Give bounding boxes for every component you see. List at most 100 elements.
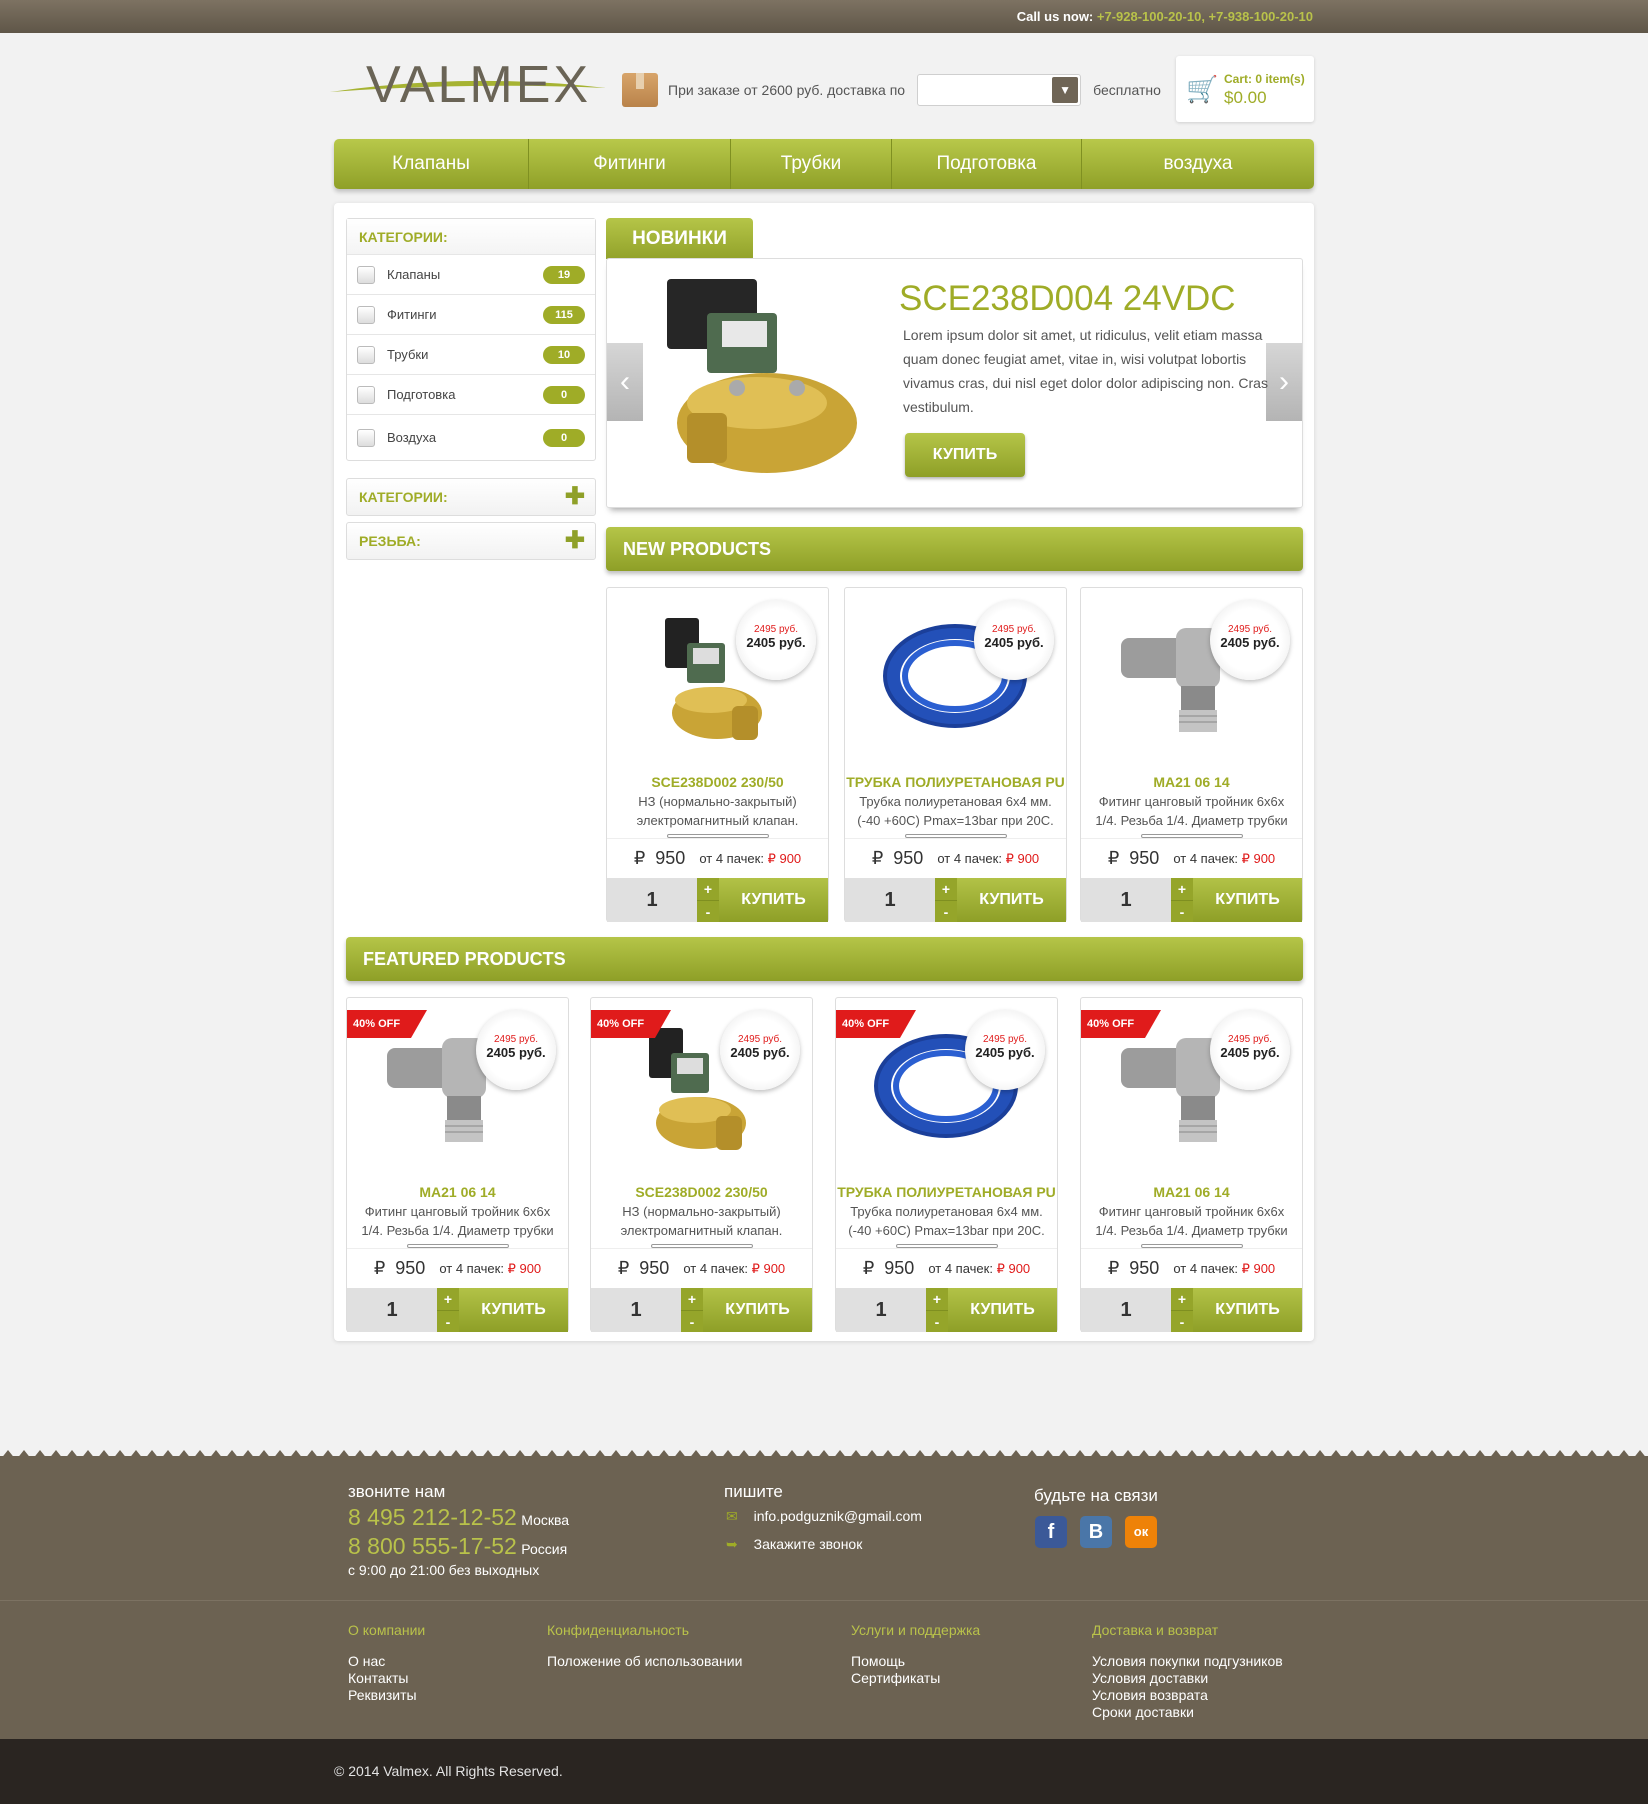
product-card[interactable]: 2495 руб. 2405 руб. MA21 06 14 Фитинг цанго…	[1080, 587, 1303, 922]
minus-icon[interactable]: -	[935, 901, 957, 923]
product-card[interactable]: 40% OFF 2495 руб. 2405 руб. SCE238D002 230/…	[590, 997, 813, 1332]
footer-email-row: ✉ info.podguznik@gmail.com	[726, 1508, 922, 1525]
product-name[interactable]: SCE238D002 230/50	[591, 1184, 812, 1200]
footer-link[interactable]: Контакты	[348, 1670, 425, 1687]
checkbox[interactable]	[357, 265, 375, 284]
footer-phone-2[interactable]: 8 800 555-17-52	[348, 1533, 517, 1559]
footer-link[interactable]: Сертификаты	[851, 1670, 980, 1687]
minus-icon[interactable]: -	[926, 1311, 948, 1333]
product-name[interactable]: ТРУБКА ПОЛИУРЕТАНОВАЯ PU	[836, 1184, 1057, 1200]
chevron-left-icon[interactable]: ‹	[607, 343, 643, 421]
nav-item-preparation[interactable]: Подготовка	[892, 139, 1082, 189]
category-row[interactable]: Подготовка 0	[347, 375, 595, 415]
category-row[interactable]: Трубки 10	[347, 335, 595, 375]
checkbox[interactable]	[357, 385, 375, 404]
city-select[interactable]: ▼	[917, 74, 1082, 106]
plus-icon[interactable]: +	[935, 878, 957, 901]
plus-icon[interactable]: +	[437, 1288, 459, 1311]
product-name[interactable]: MA21 06 14	[1081, 1184, 1302, 1200]
minus-icon[interactable]: -	[681, 1311, 703, 1333]
product-name[interactable]: ТРУБКА ПОЛИУРЕТАНОВАЯ PU	[845, 774, 1066, 790]
quantity-input[interactable]: 1	[845, 878, 935, 922]
checkbox[interactable]	[357, 345, 375, 364]
product-card[interactable]: 40% OFF 2495 руб. 2405 руб. ТРУБКА ПОЛИУРЕТ…	[835, 997, 1058, 1332]
quantity-stepper[interactable]: + -	[926, 1288, 948, 1332]
plus-icon[interactable]: ✚	[565, 479, 585, 515]
quantity-stepper[interactable]: + -	[681, 1288, 703, 1332]
product-card[interactable]: 2495 руб. 2405 руб. ТРУБКА ПОЛИУРЕТАНОВАЯ …	[844, 587, 1067, 922]
nav-item-tubes[interactable]: Трубки	[731, 139, 892, 189]
product-card[interactable]: 2495 руб. 2405 руб. SCE238D002 230/50 НЗ (н…	[606, 587, 829, 922]
plus-icon[interactable]: +	[697, 878, 719, 901]
logo[interactable]: VALMEX	[330, 59, 606, 111]
buy-button[interactable]: КУПИТЬ	[948, 1288, 1057, 1332]
buy-button[interactable]: КУПИТЬ	[1193, 1288, 1302, 1332]
product-name[interactable]: MA21 06 14	[1081, 774, 1302, 790]
minus-icon[interactable]: -	[437, 1311, 459, 1333]
plus-icon[interactable]: +	[1171, 1288, 1193, 1311]
quantity-input[interactable]: 1	[607, 878, 697, 922]
chevron-down-icon[interactable]: ▼	[1052, 77, 1079, 103]
quantity-input[interactable]: 1	[347, 1288, 437, 1332]
plus-icon[interactable]: +	[926, 1288, 948, 1311]
footer-phone-1[interactable]: 8 495 212-12-52	[348, 1504, 517, 1530]
category-row[interactable]: Фитинги 115	[347, 295, 595, 335]
footer-link[interactable]: Реквизиты	[348, 1687, 425, 1704]
footer-link[interactable]: Помощь	[851, 1653, 980, 1670]
minus-icon[interactable]: -	[697, 901, 719, 923]
top-phones[interactable]: +7-928-100-20-10, +7-938-100-20-10	[1097, 9, 1313, 24]
odnoklassniki-icon[interactable]: ок	[1125, 1516, 1157, 1548]
minus-icon[interactable]: -	[1171, 1311, 1193, 1333]
quantity-stepper[interactable]: + -	[437, 1288, 459, 1332]
buy-button[interactable]: КУПИТЬ	[957, 878, 1066, 922]
nav-item-air[interactable]: воздуха	[1082, 139, 1314, 189]
quantity-input[interactable]: 1	[1081, 1288, 1171, 1332]
footer-email[interactable]: info.podguznik@gmail.com	[754, 1508, 922, 1524]
slider-buy-button[interactable]: КУПИТЬ	[905, 433, 1025, 477]
quantity-input[interactable]: 1	[836, 1288, 926, 1332]
quantity-stepper[interactable]: + -	[697, 878, 719, 922]
price-value: 950	[639, 1258, 670, 1278]
footer-link[interactable]: Условия возврата	[1092, 1687, 1283, 1704]
buy-button[interactable]: КУПИТЬ	[703, 1288, 812, 1332]
quantity-stepper[interactable]: + -	[1171, 1288, 1193, 1332]
footer-callback[interactable]: Закажите звонок	[754, 1536, 863, 1552]
buy-button[interactable]: КУПИТЬ	[1193, 878, 1302, 922]
quantity-stepper[interactable]: + -	[1171, 878, 1193, 922]
quantity-input[interactable]: 1	[1081, 878, 1171, 922]
tab-new-arrivals[interactable]: НОВИНКИ	[606, 218, 753, 259]
vk-icon[interactable]: B	[1080, 1516, 1112, 1548]
product-name[interactable]: MA21 06 14	[347, 1184, 568, 1200]
category-row[interactable]: Клапаны 19	[347, 255, 595, 295]
category-row[interactable]: Воздуха 0	[347, 415, 595, 460]
buy-button[interactable]: КУПИТЬ	[459, 1288, 568, 1332]
minus-icon[interactable]: -	[1171, 901, 1193, 923]
categories-collapsible[interactable]: КАТЕГОРИИ: ✚	[346, 478, 596, 516]
buy-button[interactable]: КУПИТЬ	[719, 878, 828, 922]
product-card[interactable]: 40% OFF 2495 руб. 2405 руб. MA21 06 14 Фитин…	[1080, 997, 1303, 1332]
footer-link[interactable]: О нас	[348, 1653, 425, 1670]
plus-icon[interactable]: ✚	[565, 523, 585, 559]
cart-widget[interactable]: 🛒 Cart: 0 item(s) $0.00	[1176, 56, 1314, 122]
footer-link[interactable]: Сроки доставки	[1092, 1704, 1283, 1721]
old-price: 2495 руб.	[991, 624, 1037, 635]
checkbox[interactable]	[357, 428, 375, 447]
product-name[interactable]: SCE238D002 230/50	[607, 774, 828, 790]
bulk-label: от 4 пачек:	[1173, 1261, 1238, 1276]
quantity-input[interactable]: 1	[591, 1288, 681, 1332]
price: ₽ 950	[374, 1258, 426, 1279]
price-value: 950	[1129, 1258, 1160, 1278]
price: ₽ 950	[1108, 1258, 1160, 1279]
checkbox[interactable]	[357, 305, 375, 324]
quantity-stepper[interactable]: + -	[935, 878, 957, 922]
thread-collapsible[interactable]: РЕЗЬБА: ✚	[346, 522, 596, 560]
footer-link[interactable]: Условия покупки подгузников	[1092, 1653, 1283, 1670]
facebook-icon[interactable]: f	[1035, 1516, 1067, 1548]
footer-link[interactable]: Условия доставки	[1092, 1670, 1283, 1687]
plus-icon[interactable]: +	[1171, 878, 1193, 901]
footer-link[interactable]: Положение об использовании	[547, 1653, 742, 1670]
product-card[interactable]: 40% OFF 2495 руб. 2405 руб. MA21 06 14 Фитин…	[346, 997, 569, 1332]
nav-item-fittings[interactable]: Фитинги	[529, 139, 731, 189]
plus-icon[interactable]: +	[681, 1288, 703, 1311]
nav-item-valves[interactable]: Клапаны	[334, 139, 529, 189]
